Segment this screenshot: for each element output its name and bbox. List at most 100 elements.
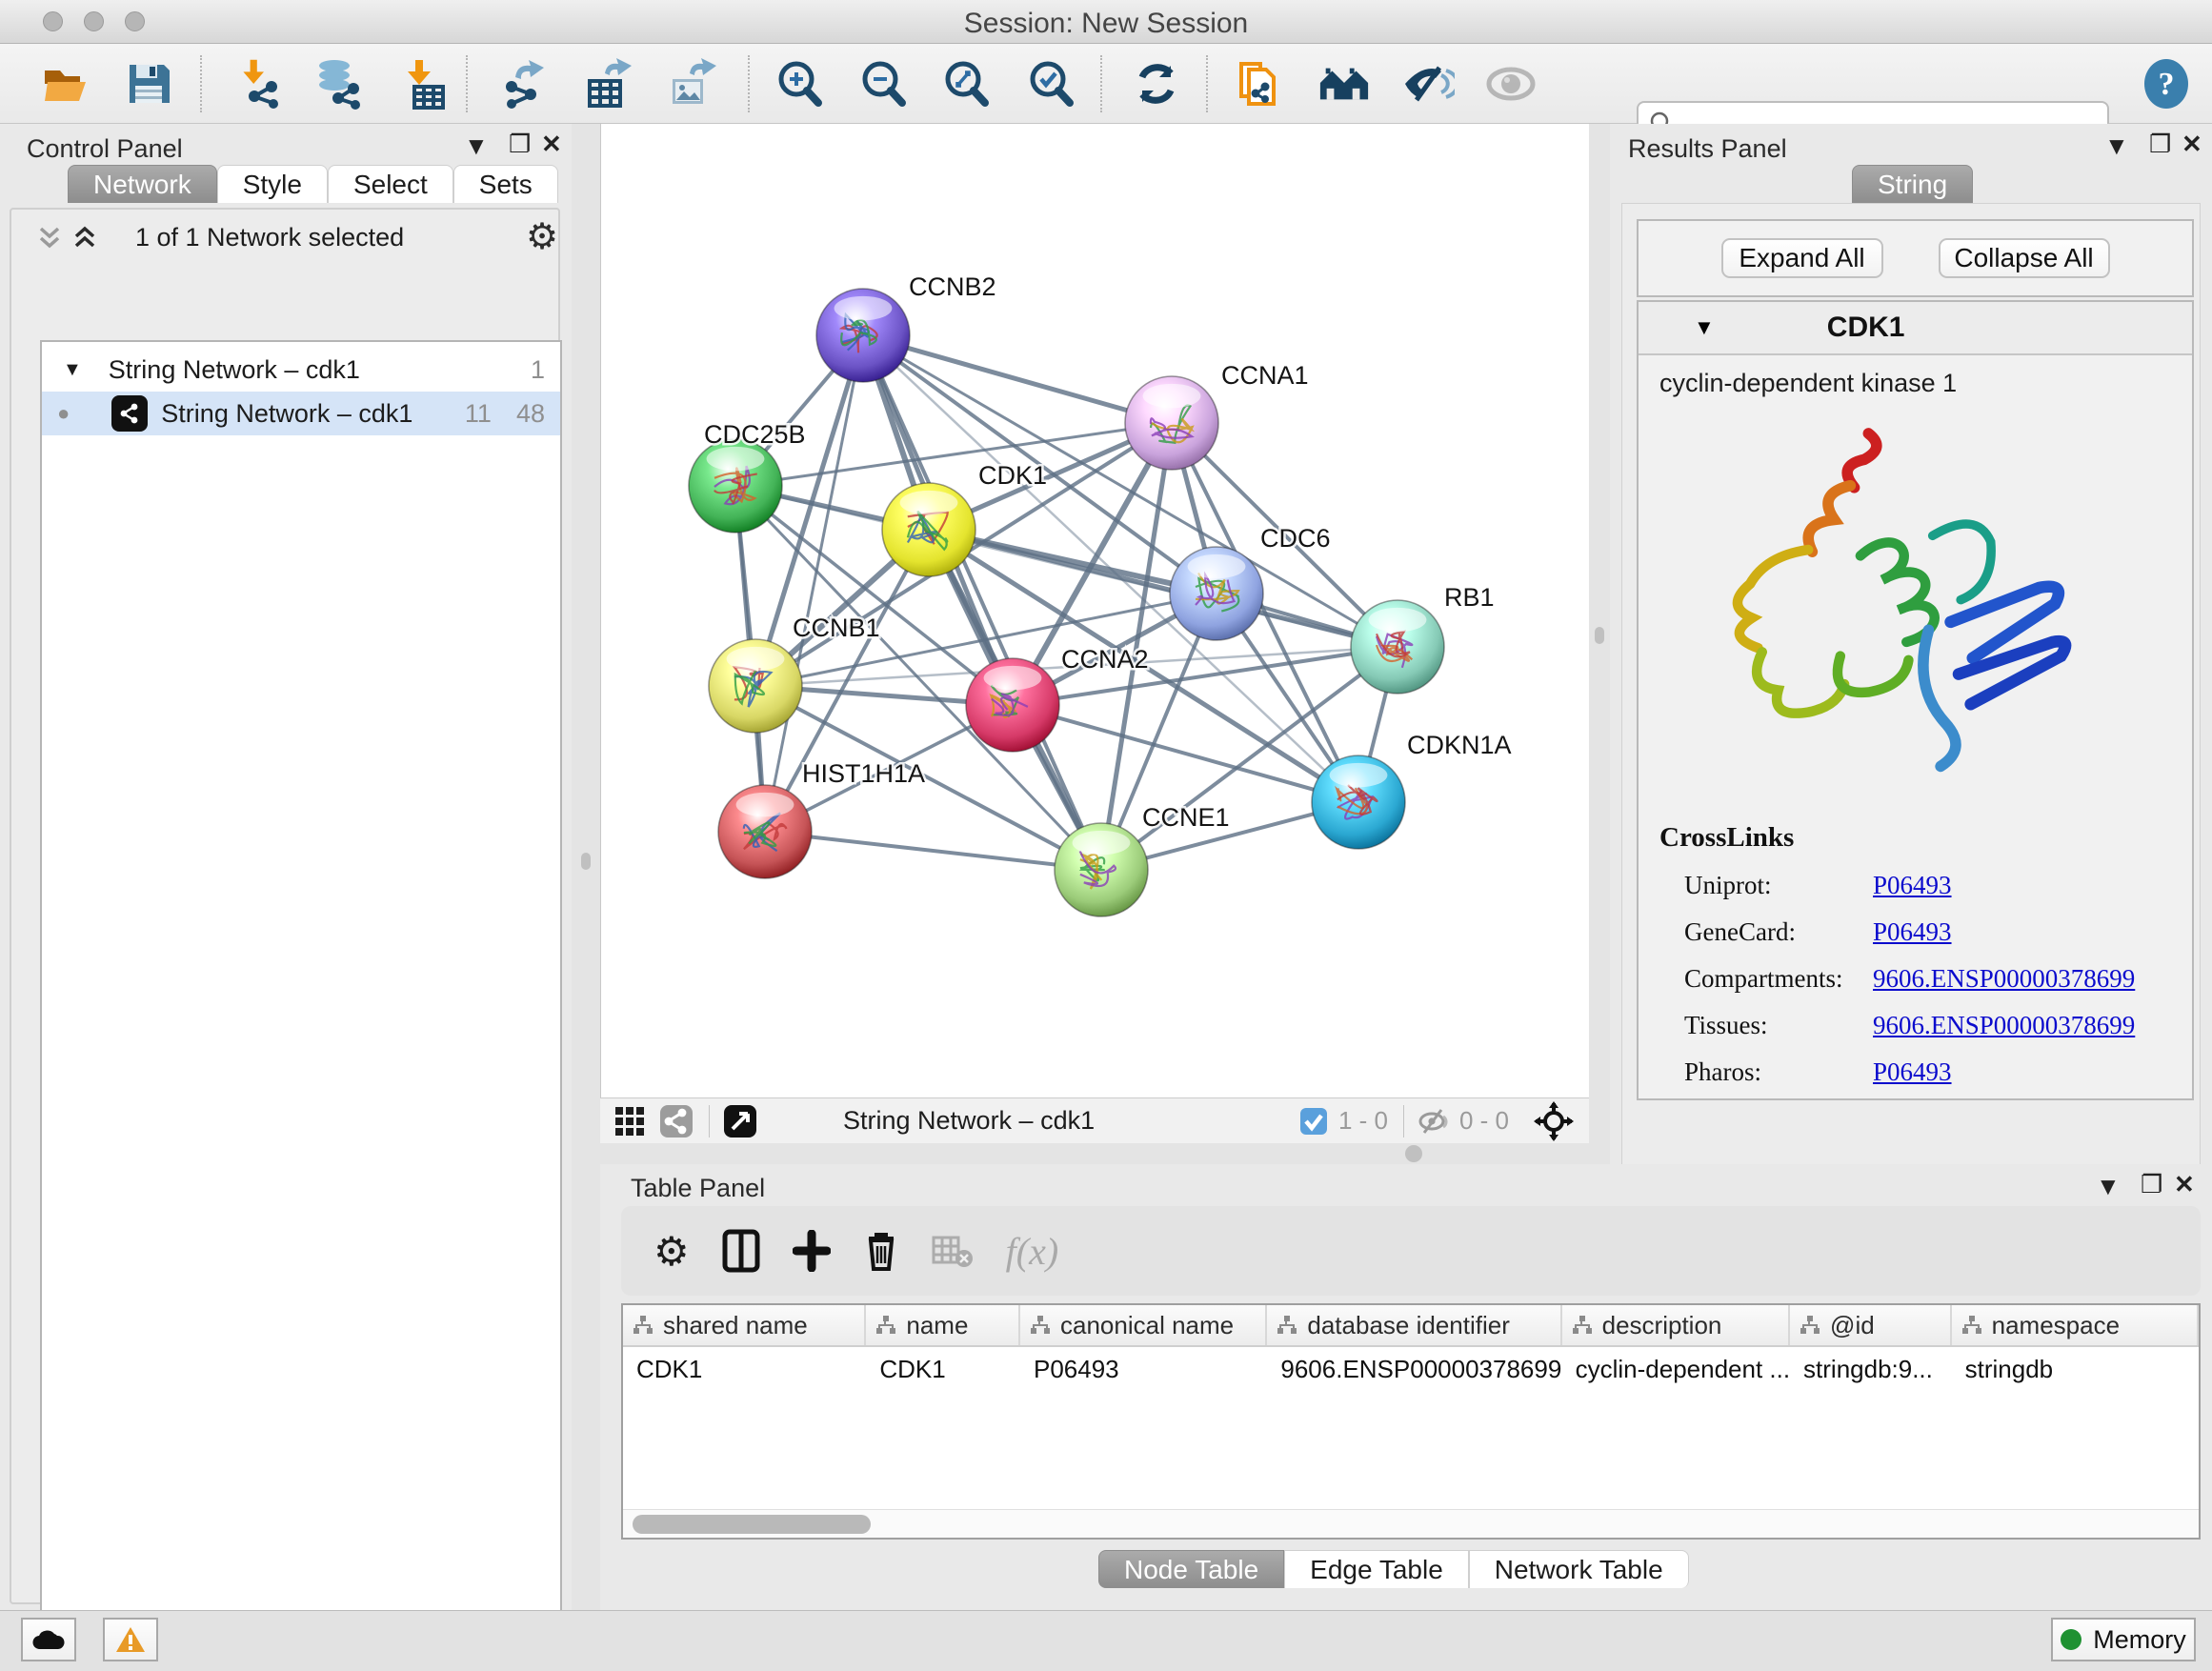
memory-button[interactable]: Memory [2051, 1618, 2196, 1661]
import-table-file-icon[interactable] [398, 57, 452, 111]
table-row[interactable]: CDK1CDK1P064939606.ENSP00000378699cyclin… [623, 1347, 2199, 1391]
crosslink-row: Pharos:P06493 [1659, 1057, 2192, 1087]
network-node-CDK1 [882, 483, 975, 576]
network-canvas[interactable]: CCNB2CCNA1CDC25BCDK1CDC6RB1CCNB1CCNA2CDK… [600, 124, 1589, 1097]
zoom-out-icon[interactable] [856, 57, 910, 111]
column-header[interactable]: name [866, 1305, 1020, 1345]
warnings-button[interactable] [103, 1618, 158, 1661]
warning-icon [115, 1626, 146, 1653]
table-cell[interactable]: P06493 [1020, 1347, 1267, 1391]
add-column-icon[interactable] [793, 1230, 831, 1272]
crosslink-value-link[interactable]: P06493 [1873, 917, 1952, 947]
selected-checkbox-icon[interactable] [1298, 1104, 1329, 1138]
crosslink-value-link[interactable]: 9606.ENSP00000378699 [1873, 1011, 2135, 1040]
show-columns-icon[interactable] [722, 1229, 760, 1273]
table-cell[interactable]: CDK1 [866, 1347, 1020, 1391]
crosslink-row: Uniprot:P06493 [1659, 871, 2192, 900]
column-header[interactable]: namespace [1952, 1305, 2199, 1345]
toolbar-separator [1100, 55, 1102, 112]
tab-string[interactable]: String [1852, 165, 1973, 203]
table-panel-maximize-icon[interactable]: ❐ [2141, 1170, 2162, 1199]
zoom-fit-icon[interactable] [939, 57, 993, 111]
zoom-selected-icon[interactable] [1024, 57, 1077, 111]
cloud-status-button[interactable] [21, 1618, 76, 1661]
birds-eye-view-icon[interactable] [723, 1104, 757, 1138]
network-list: ▼ String Network – cdk1 1 ● String Netwo… [40, 340, 562, 1659]
expand-all-networks-icon[interactable] [70, 223, 99, 256]
right-splitter[interactable] [1589, 124, 1610, 1164]
network-collection-row[interactable]: ▼ String Network – cdk1 1 [42, 348, 560, 392]
export-table-icon[interactable] [581, 57, 634, 111]
tab-sets[interactable]: Sets [453, 165, 558, 203]
column-header[interactable]: shared name [623, 1305, 866, 1345]
network-node-HIST1H1A [718, 785, 812, 878]
tab-style[interactable]: Style [217, 165, 328, 203]
tab-select[interactable]: Select [328, 165, 453, 203]
control-panel-float-icon[interactable]: ▼ [464, 131, 489, 161]
export-network-icon[interactable] [497, 57, 551, 111]
pan-mode-icon[interactable] [1534, 1104, 1574, 1138]
control-panel: Control Panel ▼ ❐ ✕ NetworkStyleSelectSe… [0, 124, 572, 1620]
hide-selected-icon[interactable] [1401, 57, 1455, 111]
network-current-dot-icon: ● [57, 401, 70, 426]
network-options-gear-icon[interactable]: ⚙ [526, 215, 558, 258]
column-header[interactable]: canonical name [1020, 1305, 1267, 1345]
help-icon[interactable]: ? [2140, 57, 2193, 111]
tab-network-table[interactable]: Network Table [1469, 1550, 1689, 1588]
tab-node-table[interactable]: Node Table [1098, 1550, 1284, 1588]
svg-text:?: ? [2159, 67, 2175, 102]
first-neighbors-icon[interactable] [1317, 57, 1371, 111]
table-panel-close-icon[interactable]: ✕ [2174, 1170, 2195, 1199]
network-row[interactable]: ● String Network – cdk1 11 48 [42, 392, 560, 435]
column-header[interactable]: description [1562, 1305, 1790, 1345]
table-cell[interactable]: 9606.ENSP00000378699 [1267, 1347, 1561, 1391]
delete-table-icon [932, 1234, 974, 1268]
table-cell[interactable]: CDK1 [623, 1347, 866, 1391]
horizontal-scrollbar-thumb[interactable] [633, 1515, 871, 1534]
node-table[interactable]: shared namenamecanonical namedatabase id… [621, 1303, 2201, 1540]
clone-network-icon[interactable] [1233, 57, 1286, 111]
open-session-icon[interactable] [38, 57, 91, 111]
show-all-icon[interactable] [1484, 57, 1538, 111]
svg-text:CDC25B: CDC25B [704, 420, 806, 449]
title-bar: Session: New Session [0, 0, 2212, 44]
collapse-all-button[interactable]: Collapse All [1939, 238, 2110, 278]
protein-structure-image [1696, 415, 2105, 796]
zoom-in-icon[interactable] [773, 57, 826, 111]
table-cell[interactable]: stringdb [1952, 1347, 2199, 1391]
results-panel-float-icon[interactable]: ▼ [2104, 131, 2129, 161]
gene-expander-icon[interactable]: ▼ [1694, 315, 1715, 340]
expand-all-button[interactable]: Expand All [1721, 238, 1883, 278]
tab-edge-table[interactable]: Edge Table [1284, 1550, 1469, 1588]
table-cell[interactable]: cyclin-dependent ... [1562, 1347, 1790, 1391]
table-panel-float-icon[interactable]: ▼ [2096, 1172, 2121, 1201]
import-network-file-icon[interactable] [232, 57, 286, 111]
control-panel-title: Control Panel [27, 134, 183, 164]
crosslink-value-link[interactable]: P06493 [1873, 871, 1952, 900]
crosslink-value-link[interactable]: 9606.ENSP00000378699 [1873, 964, 2135, 994]
refresh-layout-icon[interactable] [1130, 57, 1183, 111]
results-panel-close-icon[interactable]: ✕ [2182, 130, 2202, 159]
column-header[interactable]: database identifier [1267, 1305, 1561, 1345]
crosslink-row: Tissues:9606.ENSP00000378699 [1659, 1011, 2192, 1040]
tab-network[interactable]: Network [68, 165, 217, 203]
crosslink-value-link[interactable]: P06493 [1873, 1057, 1952, 1087]
show-grid-icon[interactable] [613, 1104, 646, 1138]
delete-column-icon[interactable] [863, 1229, 899, 1273]
status-bar: Memory [0, 1610, 2212, 1671]
table-cell[interactable]: stringdb:9... [1790, 1347, 1952, 1391]
network-node-RB1 [1351, 600, 1444, 694]
svg-text:HIST1H1A: HIST1H1A [802, 759, 925, 788]
control-panel-close-icon[interactable]: ✕ [541, 130, 562, 159]
view-mode-icon[interactable] [659, 1104, 694, 1138]
import-network-database-icon[interactable] [312, 57, 366, 111]
column-header[interactable]: @id [1790, 1305, 1952, 1345]
table-options-gear-icon[interactable]: ⚙ [654, 1228, 690, 1275]
export-image-icon[interactable] [664, 57, 717, 111]
left-splitter[interactable] [572, 124, 600, 1620]
control-panel-maximize-icon[interactable]: ❐ [509, 130, 531, 159]
collapse-all-networks-icon[interactable] [35, 223, 64, 256]
results-panel-maximize-icon[interactable]: ❐ [2149, 130, 2171, 159]
collection-expander-icon[interactable]: ▼ [63, 359, 82, 381]
save-session-icon[interactable] [122, 57, 175, 111]
